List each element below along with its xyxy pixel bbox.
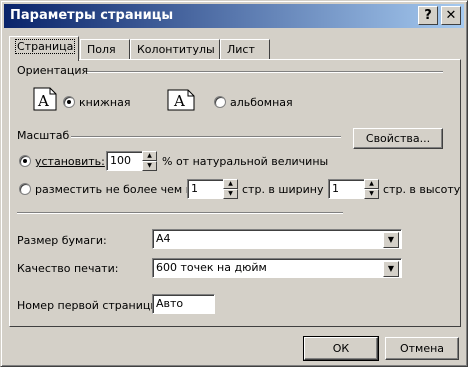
fit-wide-spinner[interactable]: ▲ ▼ — [223, 179, 238, 199]
portrait-icon: A — [33, 87, 57, 111]
spin-down-icon[interactable]: ▼ — [364, 189, 379, 199]
tab-sheet[interactable]: Лист — [220, 39, 270, 59]
scale-bottom-divider — [17, 212, 343, 214]
tab-margins[interactable]: Поля — [80, 39, 130, 59]
fit-tall-input[interactable]: 1 — [328, 179, 366, 199]
fit-wide-label: стр. в ширину и — [242, 183, 335, 196]
scale-divider — [71, 136, 341, 138]
paper-size-value: A4 — [156, 232, 171, 245]
tab-header-footer-label: Колонтитулы — [137, 43, 215, 56]
tab-page-label: Страница — [14, 39, 76, 54]
adjust-to-label[interactable]: установить: — [35, 155, 105, 168]
ok-button[interactable]: ОК — [303, 336, 379, 361]
landscape-radio[interactable] — [214, 96, 226, 108]
paper-size-label: Размер бумаги: — [17, 234, 107, 247]
page-setup-dialog: Параметры страницы ? ✕ Страница Поля Кол… — [0, 0, 468, 367]
spin-up-icon[interactable]: ▲ — [364, 179, 379, 189]
orientation-group-label: Ориентация — [17, 64, 89, 77]
help-button[interactable]: ? — [418, 6, 438, 25]
fit-tall-label: стр. в высоту — [383, 183, 461, 196]
svg-text:A: A — [37, 92, 49, 110]
landscape-label[interactable]: альбомная — [230, 96, 293, 109]
tab-header-footer[interactable]: Колонтитулы — [130, 39, 220, 59]
spin-up-icon[interactable]: ▲ — [142, 151, 157, 161]
tab-sheet-label: Лист — [227, 43, 255, 56]
spin-down-icon[interactable]: ▼ — [142, 161, 157, 171]
adjust-to-radio[interactable] — [19, 155, 31, 167]
portrait-radio[interactable] — [63, 96, 75, 108]
adjust-to-spinner[interactable]: ▲ ▼ — [142, 151, 157, 171]
chevron-down-icon[interactable]: ▼ — [383, 261, 399, 277]
adjust-to-input[interactable]: 100 — [106, 151, 144, 171]
spin-down-icon[interactable]: ▼ — [223, 189, 238, 199]
properties-button[interactable]: Свойства... — [353, 128, 443, 149]
window-title: Параметры страницы — [10, 8, 174, 23]
print-quality-value: 600 точек на дюйм — [156, 261, 267, 274]
chevron-down-icon[interactable]: ▼ — [383, 232, 399, 248]
first-page-label: Номер первой страницы: — [17, 299, 163, 312]
fit-wide-input[interactable]: 1 — [187, 179, 225, 199]
paper-size-select[interactable]: A4 ▼ — [152, 229, 402, 249]
scale-group-label: Масштаб — [17, 129, 70, 142]
portrait-label[interactable]: книжная — [79, 96, 130, 109]
close-button[interactable]: ✕ — [441, 6, 461, 25]
print-quality-select[interactable]: 600 точек на дюйм ▼ — [152, 258, 402, 278]
print-quality-label: Качество печати: — [17, 262, 119, 275]
tab-margins-label: Поля — [87, 43, 116, 56]
cancel-button[interactable]: Отмена — [385, 337, 459, 360]
tab-page[interactable]: Страница — [9, 36, 79, 61]
adjust-to-suffix: % от натуральной величины — [162, 155, 329, 168]
fit-to-radio[interactable] — [19, 183, 31, 195]
title-bar[interactable]: Параметры страницы ? ✕ — [4, 4, 464, 28]
fit-to-label[interactable]: разместить не более чем на: — [35, 183, 203, 196]
first-page-input[interactable]: Авто — [152, 294, 215, 314]
spin-up-icon[interactable]: ▲ — [223, 179, 238, 189]
svg-text:A: A — [173, 92, 185, 110]
orientation-divider — [87, 71, 443, 73]
landscape-icon: A — [167, 89, 195, 111]
fit-tall-spinner[interactable]: ▲ ▼ — [364, 179, 379, 199]
